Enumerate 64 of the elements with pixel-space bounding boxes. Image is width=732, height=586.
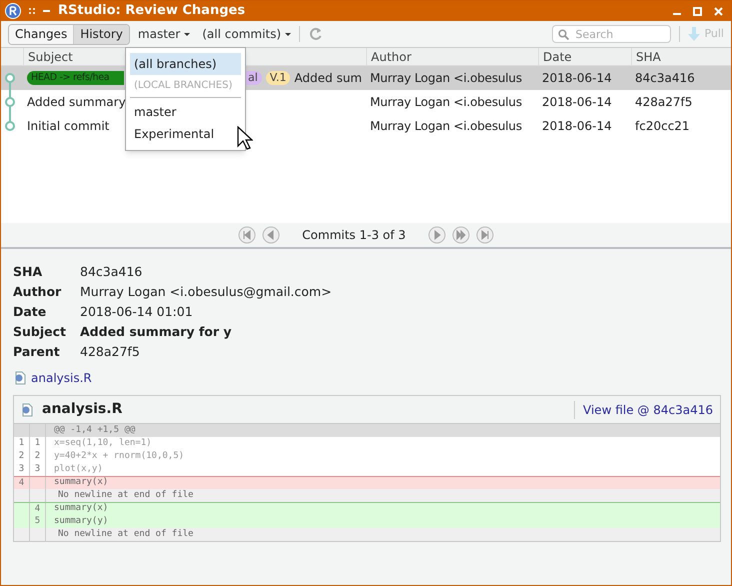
previous-page-icon[interactable] [262, 226, 280, 244]
pager-label: Commits 1-3 of 3 [302, 227, 406, 244]
last-page-icon[interactable] [476, 226, 494, 244]
detail-value: 2018-06-14 01:01 [80, 303, 193, 321]
column-header[interactable]: Date [538, 48, 631, 65]
author-cell-text: Murray Logan <i.obesulus [369, 70, 523, 87]
code-line: summary(y) [53, 514, 108, 528]
menu-item[interactable]: (all branches) [130, 53, 241, 75]
code-line: plot(x,y) [53, 462, 103, 476]
commit-subject: Initial commit [27, 118, 110, 135]
down-arrow-icon [688, 27, 700, 41]
app-logo-icon [5, 3, 21, 19]
ref-tag: V.1 [266, 71, 290, 85]
next-page-icon[interactable] [428, 226, 446, 244]
detail-label: SHA [13, 263, 44, 281]
detail-value: Added summary for y [80, 323, 232, 341]
sha-cell-text: 428a27f5 [634, 94, 694, 111]
author-cell-text: Murray Logan <i.obesulus [369, 118, 523, 135]
column-header[interactable]: Author [366, 48, 538, 65]
sha-cell-text: fc20cc21 [634, 118, 691, 135]
code-line: No newline at end of file [57, 528, 194, 541]
view-tab[interactable]: History [73, 24, 129, 44]
caret-icon [285, 32, 292, 36]
commit-subject: Added summary [27, 94, 126, 111]
detail-label: Author [13, 283, 62, 301]
code-line: summary(x) [53, 476, 108, 490]
detail-label: Date [13, 303, 48, 321]
drag-handle-icon [29, 7, 35, 15]
author-cell-text: Murray Logan <i.obesulus [369, 94, 523, 111]
column-header[interactable]: SHA [631, 48, 731, 65]
date-cell-text: 2018-06-14 [541, 118, 613, 135]
fast-forward-icon[interactable] [452, 226, 470, 244]
search-icon [558, 28, 570, 40]
r-file-icon [13, 371, 27, 385]
menu-section-label: (LOCAL BRANCHES) [133, 79, 234, 93]
window-title: RStudio: Review Changes [58, 2, 246, 20]
code-line: y=40+2*x + rnorm(10,0,5) [53, 450, 184, 463]
r-file-icon [20, 402, 34, 416]
code-line: summary(x) [53, 502, 108, 516]
close-icon[interactable] [714, 6, 723, 16]
caret-icon [184, 32, 190, 36]
detail-label: Parent [13, 343, 61, 361]
shade-icon[interactable] [43, 10, 50, 12]
commit-node-icon [4, 90, 16, 114]
diff-filename: analysis.R [42, 400, 122, 419]
view-file-link[interactable]: View file @ 84c3a416 [583, 400, 714, 418]
sha-cell-text: 84c3a416 [634, 70, 696, 87]
code-line: No newline at end of file [57, 488, 194, 502]
branch-dropdown[interactable]: master [138, 25, 190, 43]
detail-value: 84c3a416 [80, 263, 142, 281]
first-page-icon[interactable] [238, 226, 256, 244]
hunk-header: @@ -1,4 +1,5 @@ [53, 424, 136, 437]
detail-label: Subject [13, 323, 67, 341]
commit-filter-dropdown[interactable]: (all commits) [202, 25, 292, 43]
maximize-icon[interactable] [693, 6, 702, 16]
detail-value: Murray Logan <i.obesulus@gmail.com> [80, 283, 332, 301]
search-field[interactable]: Search [552, 25, 672, 44]
detail-value: 428a27f5 [80, 343, 140, 361]
commit-subject: Added sum [294, 70, 362, 87]
file-link[interactable]: analysis.R [13, 369, 92, 387]
ref-tag: HEAD -> refs/hea [27, 71, 124, 85]
date-cell-text: 2018-06-14 [541, 94, 613, 111]
date-cell-text: 2018-06-14 [541, 70, 613, 87]
code-line: x=seq(1,10, len=1) [53, 436, 152, 450]
